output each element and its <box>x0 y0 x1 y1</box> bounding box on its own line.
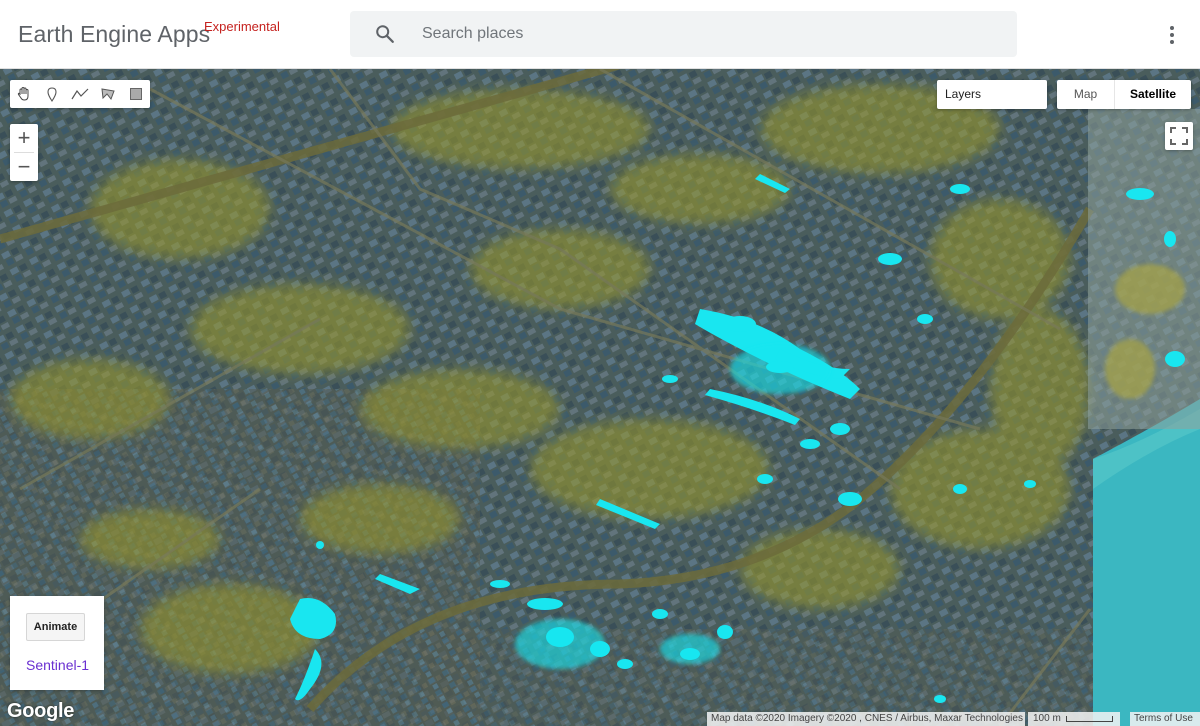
point-tool-button[interactable] <box>38 80 66 108</box>
animate-panel: Animate Sentinel-1 <box>10 596 104 690</box>
rectangle-icon <box>130 88 142 100</box>
fullscreen-icon <box>1170 127 1188 145</box>
rectangle-tool-button[interactable] <box>122 80 150 108</box>
app-header: Earth Engine Apps Experimental <box>0 0 1200 69</box>
experimental-tag: Experimental <box>204 19 280 34</box>
app-title: Earth Engine Apps <box>18 21 211 47</box>
zoom-out-button[interactable]: − <box>10 153 38 181</box>
scale-label: 100 m <box>1033 713 1061 724</box>
zoom-in-button[interactable]: + <box>10 124 38 152</box>
polygon-icon <box>101 88 115 100</box>
map-data-attribution: Map data ©2020 Imagery ©2020 , CNES / Ai… <box>707 712 1025 726</box>
map-type-control: Map Satellite <box>1057 80 1191 109</box>
more-vert-icon <box>1170 26 1174 30</box>
pan-hand-icon <box>17 86 29 101</box>
fullscreen-button[interactable] <box>1165 122 1193 150</box>
line-icon <box>71 88 89 100</box>
zoom-control: + − <box>10 124 38 181</box>
terms-of-use-link[interactable]: Terms of Use <box>1130 712 1200 726</box>
map-canvas[interactable] <box>0 69 1200 726</box>
scale-bar-line <box>1066 716 1113 722</box>
drawing-tools <box>10 80 150 108</box>
map-type-satellite-button[interactable]: Satellite <box>1115 80 1191 109</box>
search-input[interactable] <box>422 22 982 46</box>
polygon-tool-button[interactable] <box>94 80 122 108</box>
scale-bar[interactable]: 100 m <box>1028 712 1120 726</box>
search-box[interactable] <box>350 11 1017 57</box>
map-type-map-button[interactable]: Map <box>1057 80 1115 109</box>
animate-button[interactable]: Animate <box>26 613 85 641</box>
satellite-imagery <box>0 69 1200 726</box>
point-marker-icon <box>47 87 57 102</box>
more-options-button[interactable] <box>1160 22 1184 48</box>
line-tool-button[interactable] <box>66 80 94 108</box>
search-icon <box>376 25 394 43</box>
layers-button[interactable]: Layers <box>937 80 1047 109</box>
sentinel-1-link[interactable]: Sentinel-1 <box>26 657 89 673</box>
pan-tool-button[interactable] <box>10 80 38 108</box>
google-logo: Google <box>7 700 75 722</box>
